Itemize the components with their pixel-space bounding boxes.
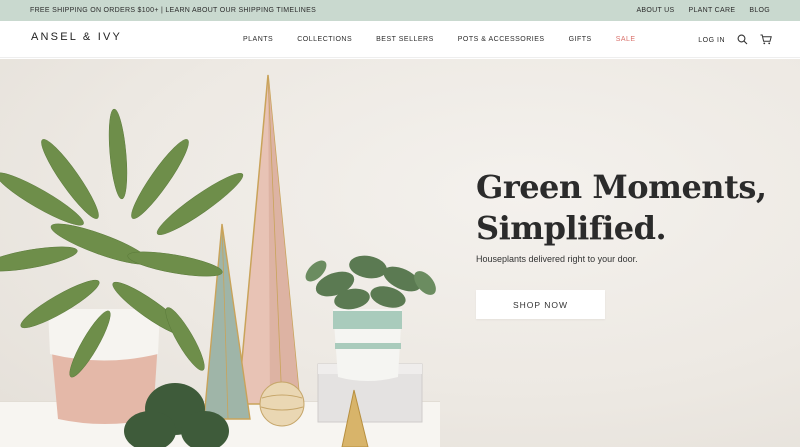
site-logo[interactable]: ANSEL & IVY <box>31 31 122 43</box>
hero-headline: Green Moments, Simplified. <box>476 167 767 249</box>
menu-item-gifts[interactable]: GIFTS <box>569 36 592 43</box>
blog-link[interactable]: BLOG <box>749 7 770 14</box>
headline-line-2: Simplified. <box>476 209 667 247</box>
account-area: LOG IN <box>698 34 772 47</box>
menu-item-best-sellers[interactable]: BEST SELLERS <box>376 36 434 43</box>
menu-item-sale[interactable]: SALE <box>616 36 636 43</box>
main-menu: PLANTS COLLECTIONS BEST SELLERS POTS & A… <box>243 36 660 43</box>
gold-ornament-ball <box>259 381 305 427</box>
login-link[interactable]: LOG IN <box>698 37 725 44</box>
hero-image <box>0 74 436 447</box>
menu-item-pots-accessories[interactable]: POTS & ACCESSORIES <box>458 36 545 43</box>
utility-nav: ABOUT US PLANT CARE BLOG <box>636 7 770 14</box>
menu-item-collections[interactable]: COLLECTIONS <box>297 36 352 43</box>
menu-item-plants[interactable]: PLANTS <box>243 36 273 43</box>
shop-now-button[interactable]: SHOP NOW <box>476 290 605 319</box>
shipping-announcement[interactable]: FREE SHIPPING ON ORDERS $100+ | LEARN AB… <box>30 7 316 14</box>
about-us-link[interactable]: ABOUT US <box>636 7 674 14</box>
headline-line-1: Green Moments, <box>476 168 767 206</box>
search-icon[interactable] <box>737 34 748 47</box>
pepperomia-plant <box>305 255 436 310</box>
hero-subtitle: Houseplants delivered right to your door… <box>476 254 638 264</box>
hero-banner: Green Moments, Simplified. Houseplants d… <box>0 59 800 447</box>
announcement-bar: FREE SHIPPING ON ORDERS $100+ | LEARN AB… <box>0 0 800 21</box>
cart-icon[interactable] <box>760 34 772 47</box>
main-header: ANSEL & IVY PLANTS COLLECTIONS BEST SELL… <box>0 21 800 58</box>
plant-care-link[interactable]: PLANT CARE <box>689 7 736 14</box>
